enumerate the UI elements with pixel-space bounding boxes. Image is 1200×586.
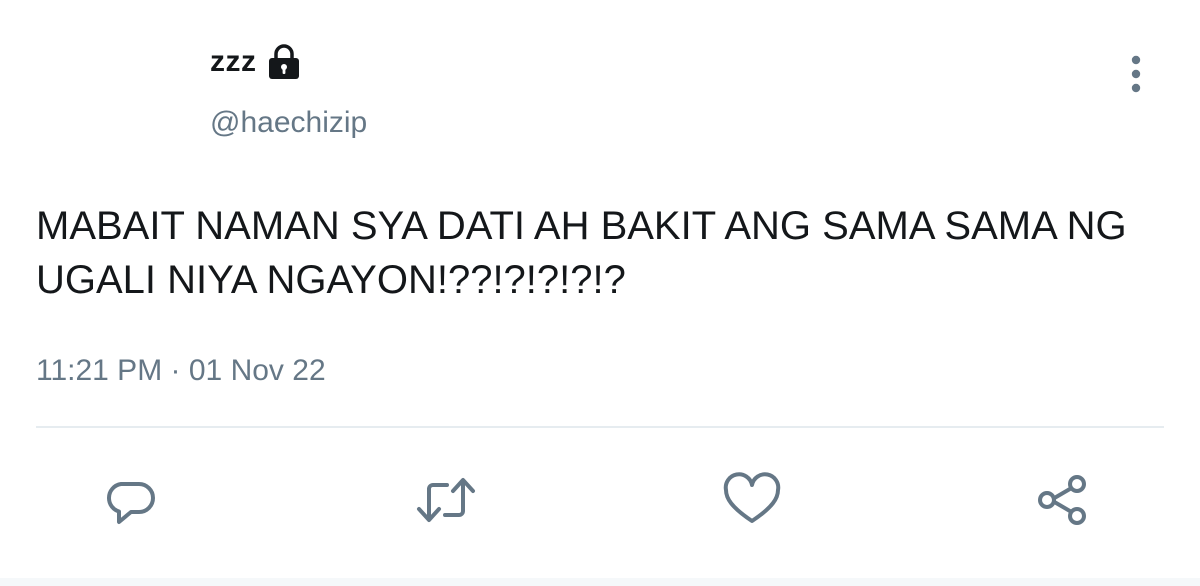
reply-button[interactable] xyxy=(90,460,170,540)
bottom-edge xyxy=(0,578,1200,586)
lock-icon xyxy=(267,44,301,80)
user-handle[interactable]: @haechizip xyxy=(210,106,367,140)
reply-icon xyxy=(106,482,155,524)
display-name[interactable]: zzz xyxy=(210,45,257,79)
timestamp-separator: · xyxy=(170,354,181,387)
tweet-date: 01 Nov 22 xyxy=(188,354,326,387)
user-name-row[interactable]: zzz xyxy=(210,40,301,84)
tweet-time: 11:21 PM xyxy=(36,354,163,387)
share-icon xyxy=(1038,475,1086,525)
tweet-timestamp[interactable]: 11:21 PM · 01 Nov 22 xyxy=(36,354,326,388)
more-options-button[interactable] xyxy=(1118,52,1154,96)
heart-icon xyxy=(723,472,781,523)
tweet-card: zzz @haechizip MABAIT NAMAN SYA DATI AH … xyxy=(0,0,1200,586)
avatar[interactable] xyxy=(36,38,186,148)
tweet-text: MABAIT NAMAN SYA DATI AH BAKIT ANG SAMA … xyxy=(36,204,1127,302)
action-bar xyxy=(0,460,1200,540)
more-vertical-icon xyxy=(1131,55,1141,93)
retweet-icon xyxy=(417,478,475,522)
retweet-button[interactable] xyxy=(406,460,486,540)
divider xyxy=(36,426,1164,428)
like-button[interactable] xyxy=(712,460,792,540)
share-button[interactable] xyxy=(1022,460,1102,540)
